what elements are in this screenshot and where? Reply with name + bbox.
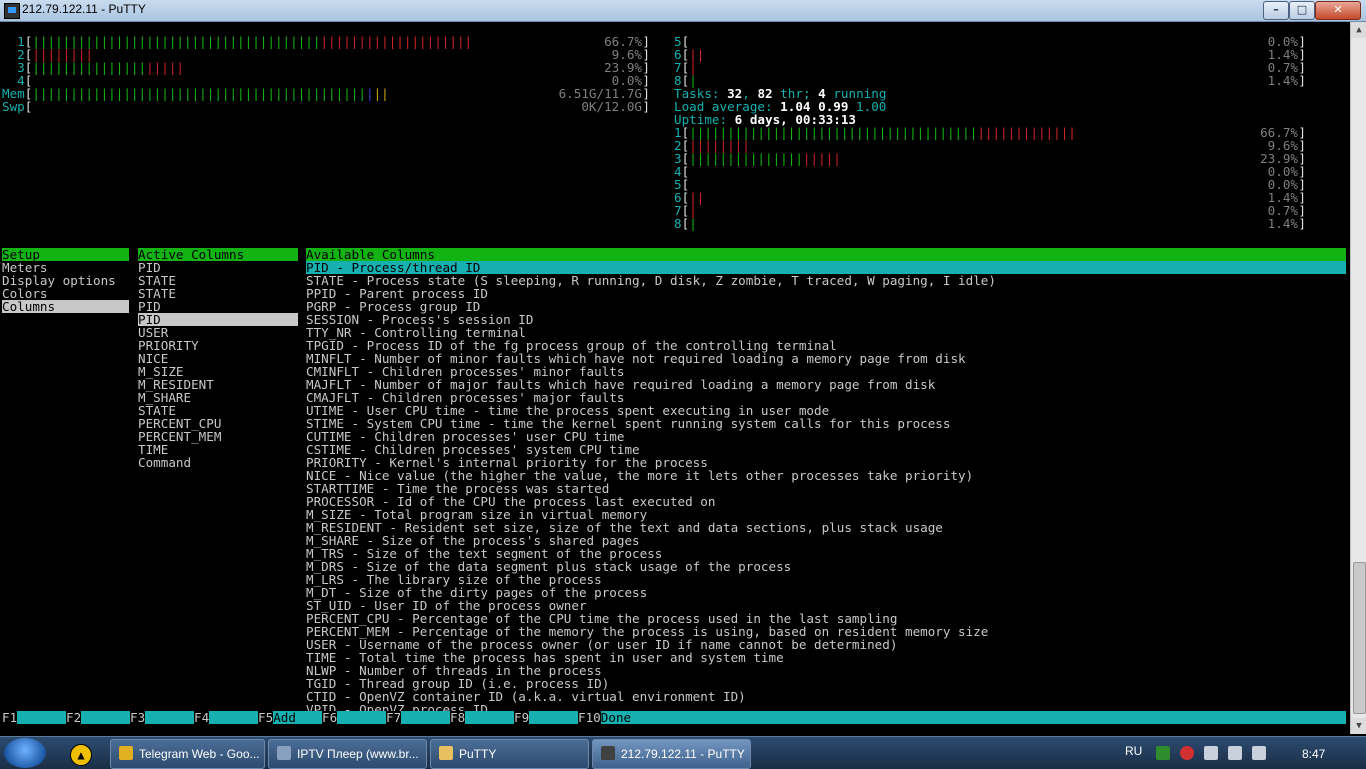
meter-row: 1[||||||||||||||||||||||||||||||||||||||… — [674, 126, 1306, 139]
minimize-button[interactable]: – — [1263, 1, 1289, 20]
network-icon[interactable] — [1228, 746, 1242, 760]
meter-row: Mem[||||||||||||||||||||||||||||||||||||… — [2, 87, 650, 100]
taskbar-button[interactable]: IPTV Плеер (www.br... — [268, 739, 427, 769]
taskbar-button-label: IPTV Плеер (www.br... — [297, 747, 419, 761]
taskbar-button-label: 212.79.122.11 - PuTTY — [621, 747, 745, 761]
function-key-label[interactable] — [401, 711, 450, 724]
function-key-label[interactable]: Done — [600, 711, 642, 724]
function-key[interactable]: F8 — [450, 711, 466, 724]
meter-label: 8 — [674, 216, 682, 231]
function-key[interactable]: F9 — [514, 711, 530, 724]
meter-row: Swp[0K/12.0G] — [2, 100, 650, 113]
meter-value: 1.4% — [1267, 73, 1298, 88]
meter-value: 0K/12.0G — [581, 99, 642, 114]
function-key[interactable]: F5 — [258, 711, 274, 724]
function-key-bar: F1 F2 F3 F4 F5 Add F6 F7 F8 F9 F10 Done — [2, 711, 1346, 724]
chrome-icon — [119, 746, 133, 760]
meter-row: 7[| 0.7%] — [674, 61, 1306, 74]
meter-row: 1[||||||||||||||||||||||||||||||||||||||… — [2, 35, 650, 48]
terminal[interactable]: 1[||||||||||||||||||||||||||||||||||||||… — [2, 22, 1350, 734]
function-key[interactable]: F4 — [194, 711, 210, 724]
function-key-label[interactable] — [209, 711, 258, 724]
taskbar: ▲ Telegram Web - Goo... IPTV Плеер (www.b… — [0, 736, 1366, 769]
function-key[interactable]: F10 — [578, 711, 601, 724]
window-titlebar: 212.79.122.11 - PuTTY – □ ✕ — [0, 0, 1366, 22]
function-key-label[interactable] — [81, 711, 130, 724]
clock[interactable]: 8:47 — [1302, 747, 1325, 761]
vertical-scrollbar[interactable]: ▲ ▼ — [1350, 22, 1366, 734]
taskbar-button[interactable]: Telegram Web - Goo... — [110, 739, 265, 769]
flag-icon[interactable] — [1204, 746, 1218, 760]
meter-row: 5[0.0%] — [674, 35, 1306, 48]
meter-row: 6[|| 1.4%] — [674, 48, 1306, 61]
function-key-label[interactable] — [465, 711, 514, 724]
meter-bar: || — [373, 86, 389, 101]
function-key-label[interactable]: Add — [273, 711, 322, 724]
meter-row: 5[0.0%] — [674, 178, 1306, 191]
meter-bar: ||||||||||||||| — [689, 151, 803, 166]
meter-row: 8[| 1.4%] — [674, 217, 1306, 230]
close-button[interactable]: ✕ — [1315, 1, 1361, 20]
putty-icon — [4, 3, 20, 19]
taskbar-button[interactable]: 212.79.122.11 - PuTTY — [592, 739, 751, 769]
folder-icon — [439, 746, 453, 760]
function-key[interactable]: F6 — [322, 711, 338, 724]
nvidia-icon[interactable] — [1156, 746, 1170, 760]
maximize-button[interactable]: □ — [1289, 1, 1315, 20]
active-columns-header: Active Columns — [138, 248, 298, 261]
scroll-up-arrow-icon[interactable]: ▲ — [1351, 22, 1366, 38]
scroll-thumb[interactable] — [1353, 562, 1366, 714]
meter-row: 4[0.0%] — [674, 165, 1306, 178]
iptv-icon — [277, 746, 291, 760]
function-key-label[interactable] — [337, 711, 386, 724]
meter-bar: ||||| — [146, 60, 184, 75]
meter-bar: ||||||||||||| — [977, 125, 1076, 140]
meter-row: 3[|||||||||||||||||||| 23.9%] — [674, 152, 1306, 165]
meter-bar: ||||||||||||||||||||||||||||||||||||||||… — [32, 86, 366, 101]
meter-row: 6[|| 1.4%] — [674, 191, 1306, 204]
function-key[interactable]: F7 — [386, 711, 402, 724]
antivirus-icon[interactable] — [1180, 746, 1194, 760]
meter-bar: | — [365, 86, 374, 101]
volume-icon[interactable] — [1252, 746, 1266, 760]
function-key[interactable]: F2 — [66, 711, 82, 724]
meter-bar: |||||||||||||||||||| — [320, 34, 473, 49]
function-key-label[interactable] — [145, 711, 194, 724]
meter-bar: ||||| — [802, 151, 841, 166]
taskbar-button[interactable]: PuTTY — [430, 739, 589, 769]
meter-row: 3[|||||||||||||||||||| 23.9%] — [2, 61, 650, 74]
meter-label: Swp — [2, 99, 25, 114]
pinned-app-icon[interactable]: ▲ — [70, 744, 92, 766]
setup-item[interactable]: Columns — [2, 300, 129, 313]
meter-bar: ||||||||||||||| — [32, 60, 147, 75]
taskbar-button-label: Telegram Web - Goo... — [139, 747, 260, 761]
function-key-label[interactable] — [17, 711, 66, 724]
language-indicator[interactable]: RU — [1125, 744, 1142, 758]
meter-bracket: [ — [24, 99, 33, 114]
function-key[interactable]: F1 — [2, 711, 18, 724]
start-button[interactable] — [4, 738, 46, 768]
meter-value: 1.4% — [1267, 216, 1298, 231]
function-key-label[interactable] — [529, 711, 578, 724]
function-key[interactable]: F3 — [130, 711, 146, 724]
taskbar-button-label: PuTTY — [459, 747, 497, 761]
meter-bracket: ] — [642, 99, 650, 114]
active-column-item[interactable]: Command — [138, 456, 191, 469]
meter-bar: | — [689, 216, 697, 231]
meter-bracket: ] — [1298, 73, 1306, 88]
window-title: 212.79.122.11 - PuTTY — [22, 2, 146, 16]
scroll-down-arrow-icon[interactable]: ▼ — [1351, 718, 1366, 734]
meter-bracket: ] — [1298, 216, 1306, 231]
putty-icon — [601, 746, 615, 760]
meter-row: 7[| 0.7%] — [674, 204, 1306, 217]
